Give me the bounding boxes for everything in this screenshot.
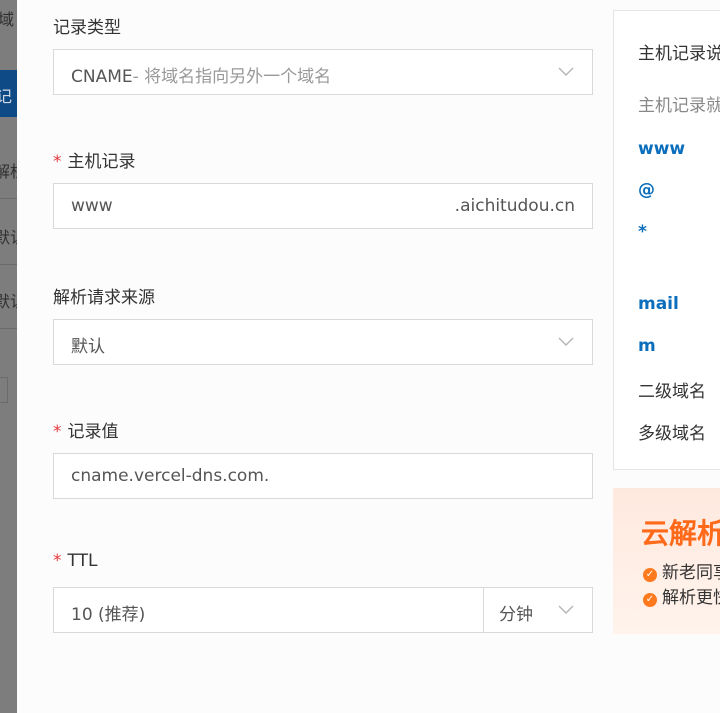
promo-title: 云解析	[641, 517, 720, 550]
record-value-input[interactable]: cname.vercel-dns.com.	[53, 453, 593, 499]
bg-divider	[0, 198, 17, 199]
bg-checkbox	[0, 377, 8, 403]
bg-fragment: 解析	[0, 162, 17, 181]
bg-divider	[0, 264, 17, 265]
record-value-label: * 记录值	[53, 422, 119, 442]
request-source-select[interactable]: 默认	[53, 319, 593, 365]
promo-item: ✓新老同享	[643, 558, 720, 583]
chevron-down-icon	[558, 67, 574, 76]
add-record-drawer: 记录类型 CNAME- 将域名指向另外一个域名 * 主机记录 www .aichi…	[17, 0, 720, 713]
record-type-label: 记录类型	[53, 18, 121, 38]
ttl-field: 10 (推荐) 分钟	[53, 587, 593, 633]
help-key-at: @	[638, 180, 655, 200]
request-source-value: 默认	[71, 337, 105, 357]
required-mark: *	[53, 152, 62, 172]
help-key-www: www	[638, 139, 686, 159]
promo-item: ✓解析更快	[643, 583, 720, 608]
bg-fragment: 默认	[0, 292, 17, 311]
request-source-label: 解析请求来源	[53, 288, 155, 308]
host-record-help-panel: 主机记录说 主机记录就 www @ * mail m 二级域名 多级域名	[613, 10, 720, 470]
ttl-label: * TTL	[53, 551, 98, 571]
check-circle-icon: ✓	[643, 593, 657, 607]
help-title: 主机记录说	[638, 44, 720, 64]
ttl-unit-select[interactable]: 分钟	[499, 600, 533, 625]
chevron-down-icon	[558, 337, 574, 346]
bg-fragment: 域	[0, 10, 15, 29]
record-value-text: cname.vercel-dns.com.	[71, 466, 270, 486]
bg-fragment: 默认	[0, 228, 17, 247]
ttl-value-input[interactable]: 10 (推荐)	[54, 588, 484, 632]
ttl-value: 10 (推荐)	[71, 605, 146, 625]
background-page-overlay: 域 记 解析 默认 默认	[0, 0, 17, 713]
domain-suffix: .aichitudou.cn	[454, 196, 575, 216]
help-desc-second-level: 二级域名	[638, 382, 706, 402]
host-record-label: * 主机记录	[53, 152, 136, 172]
help-key-m: m	[638, 336, 656, 356]
help-key-wildcard: *	[638, 222, 647, 242]
required-mark: *	[53, 551, 62, 571]
bg-divider	[0, 328, 17, 329]
promo-banner[interactable]: 云解析 ✓新老同享 ✓解析更快	[613, 488, 720, 634]
required-mark: *	[53, 422, 62, 442]
host-record-value: www	[71, 196, 113, 216]
record-type-value: CNAME- 将域名指向另外一个域名	[71, 67, 332, 87]
bg-active-nav: 记	[0, 70, 17, 117]
help-key-mail: mail	[638, 294, 679, 314]
check-circle-icon: ✓	[643, 568, 657, 582]
host-record-input[interactable]: www .aichitudou.cn	[53, 183, 593, 229]
help-desc-multi-level: 多级域名	[638, 424, 706, 444]
help-subtitle: 主机记录就	[638, 96, 720, 116]
record-type-select[interactable]: CNAME- 将域名指向另外一个域名	[53, 49, 593, 95]
chevron-down-icon	[558, 605, 574, 614]
